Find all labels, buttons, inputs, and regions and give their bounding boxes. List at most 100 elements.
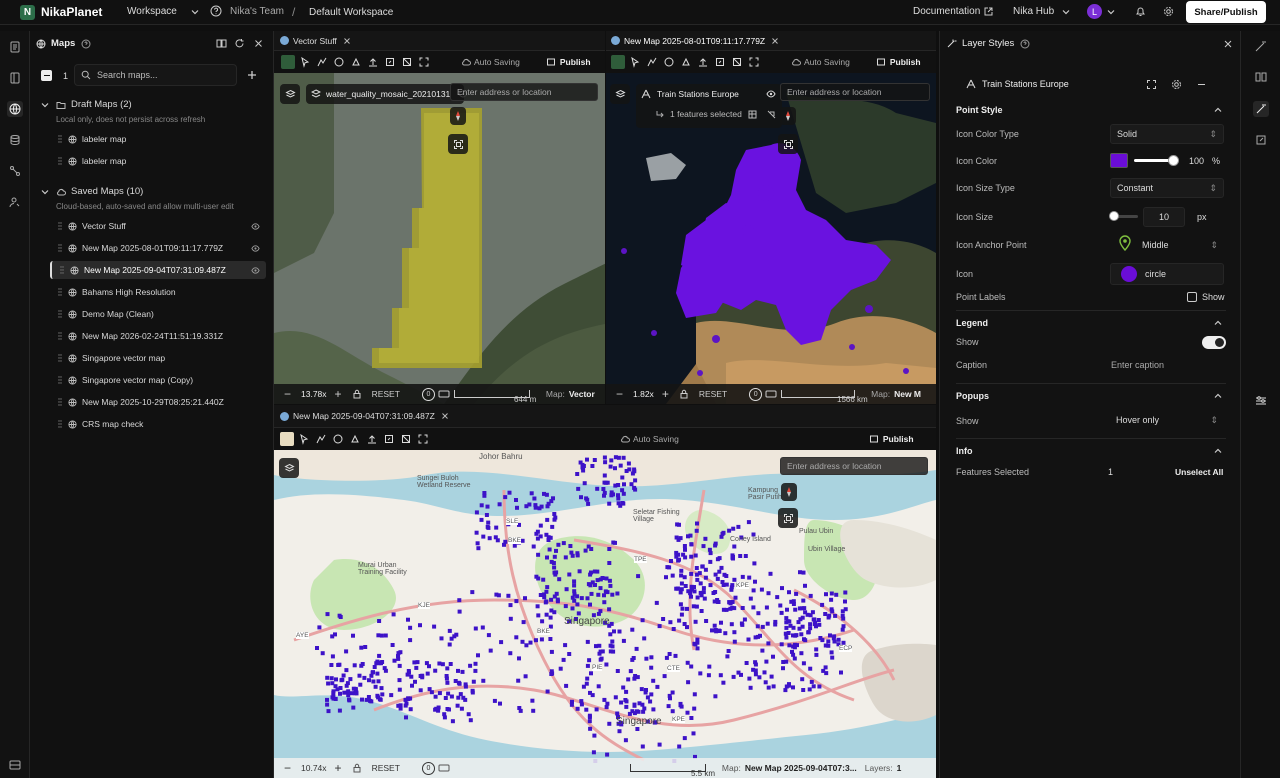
drag-handle-icon[interactable] [58, 222, 62, 230]
document-icon[interactable] [7, 39, 23, 55]
map-list-item[interactable]: Bahams High Resolution [50, 283, 266, 301]
eye-icon[interactable] [251, 266, 260, 275]
lock-icon[interactable] [679, 389, 689, 399]
documentation-link[interactable]: Documentation [913, 6, 993, 17]
panel-toggle-icon[interactable] [7, 757, 23, 773]
layers-tool-icon[interactable] [662, 55, 676, 69]
layer-chip[interactable]: water_quality_mosaic_20210131 [306, 84, 468, 104]
keyboard-icon[interactable] [765, 388, 777, 400]
gear-icon[interactable] [1163, 6, 1174, 17]
pin-tool-icon[interactable] [349, 55, 363, 69]
keyboard-icon[interactable] [438, 762, 450, 774]
legend-toggle[interactable] [1202, 336, 1226, 349]
layer-chip[interactable]: Train Stations Europe 1 features selecte… [636, 84, 782, 128]
user-settings-icon[interactable] [7, 194, 23, 210]
book-open-icon[interactable] [216, 38, 227, 49]
point-style-header[interactable]: Point Style [956, 105, 1003, 115]
layers-tool-icon[interactable] [331, 432, 345, 446]
drag-handle-icon[interactable] [58, 157, 62, 165]
bell-icon[interactable] [1135, 6, 1146, 17]
address-search-input[interactable]: Enter address or location [780, 457, 928, 475]
icon-size-slider-handle[interactable] [1109, 211, 1119, 221]
map-list-item[interactable]: Singapore vector map (Copy) [50, 371, 266, 389]
share-publish-button[interactable]: Share/Publish [1186, 1, 1266, 23]
map-list-item[interactable]: labeler map [50, 130, 266, 148]
reset-button[interactable]: RESET [699, 389, 727, 399]
compass-button[interactable] [781, 483, 797, 501]
popups-header[interactable]: Popups [956, 391, 989, 401]
eraser-icon[interactable] [400, 55, 414, 69]
export-icon[interactable] [383, 55, 397, 69]
map-list-item[interactable]: Vector Stuff [50, 217, 266, 235]
map-canvas[interactable] [274, 450, 936, 778]
drag-handle-icon[interactable] [58, 376, 62, 384]
opacity-slider-handle[interactable] [1168, 155, 1179, 166]
point-labels-checkbox[interactable] [1187, 292, 1197, 302]
reset-button[interactable]: RESET [372, 763, 400, 773]
select-all-checkbox[interactable] [41, 70, 52, 81]
rotation-indicator[interactable]: 0 [421, 761, 435, 775]
select-arrow-icon[interactable] [297, 432, 311, 446]
unselect-all-button[interactable]: Unselect All [1175, 467, 1223, 477]
keyboard-icon[interactable] [438, 388, 450, 400]
icon-anchor-select[interactable]: Middle ⇕ [1136, 235, 1224, 255]
icon-color-type-select[interactable]: Solid ⇕ [1110, 124, 1224, 144]
select-arrow-icon[interactable] [298, 55, 312, 69]
refresh-icon[interactable] [234, 38, 245, 49]
drag-handle-icon[interactable] [58, 288, 62, 296]
eraser-icon[interactable] [399, 432, 413, 446]
help-circle-icon[interactable] [81, 39, 91, 49]
sliders-icon[interactable] [1253, 393, 1269, 409]
icon-size-input[interactable]: 10 [1143, 207, 1185, 227]
search-input[interactable]: Search maps... [74, 64, 237, 86]
compass-button[interactable] [780, 107, 796, 125]
close-icon[interactable] [771, 37, 779, 45]
icon-size-unit[interactable]: px [1197, 212, 1207, 222]
draw-tool-icon[interactable] [314, 432, 328, 446]
tab-new-map-2025-08-01[interactable]: New Map 2025-08-01T09:11:17.779Z [624, 36, 765, 46]
basemap-icon[interactable] [611, 55, 625, 69]
flow-icon[interactable] [7, 163, 23, 179]
database-icon[interactable] [7, 132, 23, 148]
zoom-out-button[interactable]: − [284, 387, 291, 401]
rotation-indicator[interactable]: 0 [749, 387, 763, 401]
tab-vector-stuff[interactable]: Vector Stuff [293, 36, 337, 46]
basemap-icon[interactable] [280, 432, 294, 446]
layers-button[interactable] [280, 84, 300, 104]
close-icon[interactable] [1223, 39, 1233, 49]
map-list-item[interactable]: labeler map [50, 152, 266, 170]
info-header[interactable]: Info [956, 446, 973, 456]
zoom-out-button[interactable]: − [616, 387, 623, 401]
chevron-up-icon[interactable] [1214, 319, 1222, 327]
drag-handle-icon[interactable] [58, 332, 62, 340]
drag-handle-icon[interactable] [58, 135, 62, 143]
workspace-dropdown[interactable]: Workspace [127, 6, 199, 17]
upload-icon[interactable] [365, 432, 379, 446]
chevron-up-icon[interactable] [1214, 447, 1222, 455]
draft-maps-header[interactable]: Draft Maps (2) [41, 99, 132, 110]
rotation-indicator[interactable]: 0 [421, 387, 435, 401]
address-search-input[interactable]: Enter address or location [780, 83, 930, 101]
edit-icon[interactable] [1253, 132, 1269, 148]
fullscreen-icon[interactable] [747, 55, 761, 69]
drag-handle-icon[interactable] [58, 420, 62, 428]
close-icon[interactable] [253, 38, 264, 49]
fit-bounds-button[interactable] [778, 134, 798, 154]
map-list-item[interactable]: New Map 2026-02-24T11:51:19.331Z [50, 327, 266, 345]
legend-header[interactable]: Legend [956, 318, 988, 328]
draw-tool-icon[interactable] [645, 55, 659, 69]
app-logo[interactable]: N NikaPlanet [20, 4, 102, 20]
chevron-up-icon[interactable] [1214, 392, 1222, 400]
clear-selection-icon[interactable] [767, 110, 776, 119]
layers-button[interactable] [279, 458, 299, 478]
globe-icon[interactable] [7, 101, 23, 117]
book-open-icon[interactable] [1253, 69, 1269, 85]
pin-tool-icon[interactable] [679, 55, 693, 69]
map-list-item[interactable]: Singapore vector map [50, 349, 266, 367]
publish-button[interactable]: Publish [560, 57, 591, 67]
zoom-in-button[interactable]: + [335, 761, 342, 775]
drag-handle-icon[interactable] [58, 354, 62, 362]
export-icon[interactable] [713, 55, 727, 69]
upload-icon[interactable] [366, 55, 380, 69]
team-selector[interactable]: Nika's Team [210, 5, 284, 17]
